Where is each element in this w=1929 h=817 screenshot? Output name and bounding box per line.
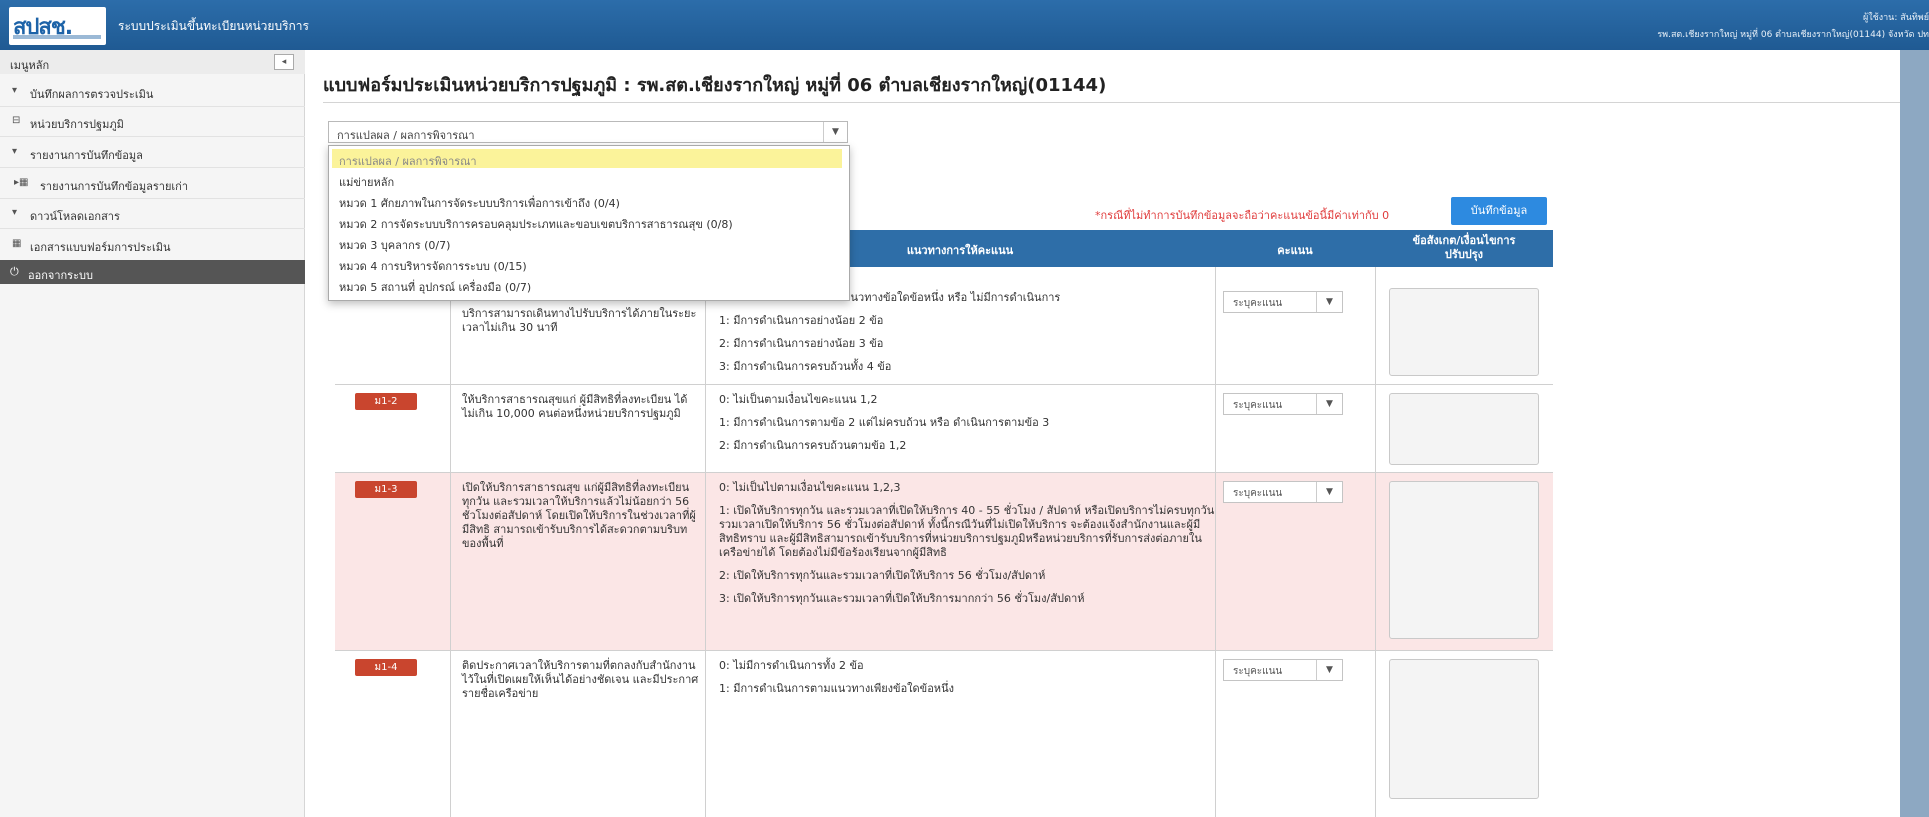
table-row: ม1-4 ติดประกาศเวลาให้บริการตามที่ตกลงกับ… bbox=[335, 651, 1553, 817]
sidebar-item-old-report[interactable]: ▸▦ รายงานการบันทึกข้อมูลรายเก่า bbox=[0, 168, 305, 198]
category-dropdown: การแปลผล / ผลการพิจารณา แม่ข่ายหลัก หมวด… bbox=[328, 145, 850, 301]
assessment-table: แนวทางการให้คะแนน คะแนน ข้อสังเกต/เงื่อน… bbox=[335, 230, 1553, 817]
dropdown-option[interactable]: แม่ข่ายหลัก bbox=[332, 170, 842, 189]
user-name: ผู้ใช้งาน: สันทิพย์ bbox=[1862, 13, 1929, 23]
chevron-down-icon: ▼ bbox=[823, 122, 847, 142]
scoring-criteria: 0: ไม่มีการดำเนินการทั้ง 2 ข้อ 1: มีการด… bbox=[719, 659, 954, 695]
sidebar-item-primary-unit[interactable]: ⊟ หน่วยบริการปฐมภูมิ bbox=[0, 106, 305, 136]
sidebar-item-form-docs[interactable]: ▦ เอกสารแบบฟอร์มการประเมิน bbox=[0, 229, 305, 259]
logout-label: ออกจากระบบ bbox=[28, 269, 93, 282]
caret-down-icon: ▾ bbox=[12, 85, 18, 96]
window-edge bbox=[1900, 50, 1929, 817]
sidebar-section-label: บันทึกผลการตรวจประเมิน bbox=[30, 88, 154, 101]
nhso-logo[interactable]: สปสช. bbox=[9, 7, 106, 45]
indicator-topic: ติดประกาศเวลาให้บริการตามที่ตกลงกับสำนัก… bbox=[462, 659, 699, 700]
dropdown-option[interactable]: หมวด 5 สถานที่ อุปกรณ์ เครื่องมือ (0/7) bbox=[332, 275, 842, 294]
dropdown-option[interactable]: หมวด 3 บุคลากร (0/7) bbox=[332, 233, 842, 252]
score-select[interactable]: ระบุคะแนน ▼ bbox=[1223, 659, 1343, 681]
chevron-down-icon: ▼ bbox=[1316, 292, 1342, 312]
col-header-remark: ข้อสังเกต/เงื่อนไขการ ปรับปรุง bbox=[1375, 230, 1553, 267]
score-select[interactable]: ระบุคะแนน ▼ bbox=[1223, 291, 1343, 313]
table-row: ม1-2 ให้บริการสาธารณสุขแก่ ผู้มีสิทธิที่… bbox=[335, 385, 1553, 473]
indicator-topic: เปิดให้บริการสาธารณสุข แก่ผู้มีสิทธิที่ล… bbox=[462, 481, 696, 550]
chevron-down-icon: ▼ bbox=[1316, 482, 1342, 502]
dropdown-option[interactable]: หมวด 2 การจัดระบบบริการครอบคลุมประเภทและ… bbox=[332, 212, 842, 231]
zero-score-note: *กรณีที่ไม่ทำการบันทึกข้อมูลจะถือว่าคะแน… bbox=[1095, 209, 1390, 222]
scoring-criteria: 0: ไม่มีการดำเนินการตามแนวทางข้อใดข้อหนึ… bbox=[719, 291, 1061, 373]
table-row: ม1-3 เปิดให้บริการสาธารณสุข แก่ผู้มีสิทธ… bbox=[335, 473, 1553, 651]
sidebar-item-label: หน่วยบริการปฐมภูมิ bbox=[30, 118, 124, 131]
top-header: สปสช. ระบบประเมินขึ้นทะเบียนหน่วยบริการ … bbox=[0, 0, 1929, 50]
sidebar-section-record[interactable]: ▾ บันทึกผลการตรวจประเมิน bbox=[0, 76, 305, 106]
caret-down-icon: ▾ bbox=[12, 146, 18, 157]
main-menu-label: เมนูหลัก bbox=[10, 59, 50, 72]
remark-textarea[interactable] bbox=[1389, 481, 1539, 639]
app-title: ระบบประเมินขึ้นทะเบียนหน่วยบริการ bbox=[118, 19, 309, 33]
logo-subtitle-bar bbox=[13, 35, 101, 39]
remark-textarea[interactable] bbox=[1389, 393, 1539, 465]
scoring-criteria: 0: ไม่เป็นตามเงื่อนไขคะแนน 1,2 1: มีการด… bbox=[719, 393, 1050, 452]
col-header-score: คะแนน bbox=[1215, 230, 1375, 267]
scoring-criteria: 0: ไม่เป็นไปตามเงื่อนไขคะแนน 1,2,3 1: เป… bbox=[719, 481, 1215, 605]
dropdown-option[interactable]: หมวด 4 การบริหารจัดการระบบ (0/15) bbox=[332, 254, 842, 273]
document-icon: ▦ bbox=[12, 238, 22, 249]
dropdown-option[interactable]: หมวด 1 ศักยภาพในการจัดระบบบริการเพื่อการ… bbox=[332, 191, 842, 210]
sidebar-item-label: เอกสารแบบฟอร์มการประเมิน bbox=[30, 241, 171, 254]
user-unit: รพ.สต.เชียงรากใหญ่ หมู่ที่ 06 ตำบลเชียงร… bbox=[1657, 30, 1929, 40]
save-button[interactable]: บันทึกข้อมูล bbox=[1451, 197, 1547, 225]
sidebar: เมนูหลัก ◂ ▾ บันทึกผลการตรวจประเมิน ⊟ หน… bbox=[0, 50, 305, 817]
collapse-sidebar-icon[interactable]: ◂ bbox=[274, 54, 294, 70]
dropdown-option[interactable]: การแปลผล / ผลการพิจารณา bbox=[332, 149, 842, 168]
report-icon: ▸▦ bbox=[14, 177, 29, 188]
chevron-down-icon: ▼ bbox=[1316, 394, 1342, 414]
indicator-topic: ให้บริการสาธารณสุขแก่ ผู้มีสิทธิที่ลงทะเ… bbox=[462, 393, 688, 420]
sidebar-section-download[interactable]: ▾ ดาวน์โหลดเอกสาร bbox=[0, 198, 305, 228]
score-select[interactable]: ระบุคะแนน ▼ bbox=[1223, 393, 1343, 415]
sidebar-section-label: ดาวน์โหลดเอกสาร bbox=[30, 210, 120, 223]
remark-textarea[interactable] bbox=[1389, 659, 1539, 799]
category-select-value: การแปลผล / ผลการพิจารณา bbox=[337, 129, 475, 142]
indicator-code-badge: ม1-3 bbox=[355, 481, 417, 498]
indicator-topic: บริการสามารถเดินทางไปรับบริการได้ภายในระ… bbox=[462, 307, 697, 334]
indicator-code-badge: ม1-4 bbox=[355, 659, 417, 676]
sidebar-header: เมนูหลัก ◂ bbox=[0, 50, 305, 74]
sidebar-section-label: รายงานการบันทึกข้อมูล bbox=[30, 149, 143, 162]
power-icon: ⏻ bbox=[10, 265, 19, 278]
caret-down-icon: ▾ bbox=[12, 207, 18, 218]
sidebar-section-report[interactable]: ▾ รายงานการบันทึกข้อมูล bbox=[0, 137, 305, 167]
main-content: แบบฟอร์มประเมินหน่วยบริการปฐมภูมิ : รพ.ส… bbox=[305, 50, 1929, 817]
chevron-down-icon: ▼ bbox=[1316, 660, 1342, 680]
remark-textarea[interactable] bbox=[1389, 288, 1539, 376]
logout-button[interactable]: ⏻ ออกจากระบบ bbox=[0, 260, 305, 284]
sidebar-item-label: รายงานการบันทึกข้อมูลรายเก่า bbox=[40, 180, 189, 193]
page-title: แบบฟอร์มประเมินหน่วยบริการปฐมภูมิ : รพ.ส… bbox=[323, 75, 1107, 96]
category-select[interactable]: การแปลผล / ผลการพิจารณา ▼ bbox=[328, 121, 848, 143]
list-icon: ⊟ bbox=[12, 115, 21, 126]
score-select[interactable]: ระบุคะแนน ▼ bbox=[1223, 481, 1343, 503]
title-divider bbox=[323, 102, 1913, 103]
indicator-code-badge: ม1-2 bbox=[355, 393, 417, 410]
